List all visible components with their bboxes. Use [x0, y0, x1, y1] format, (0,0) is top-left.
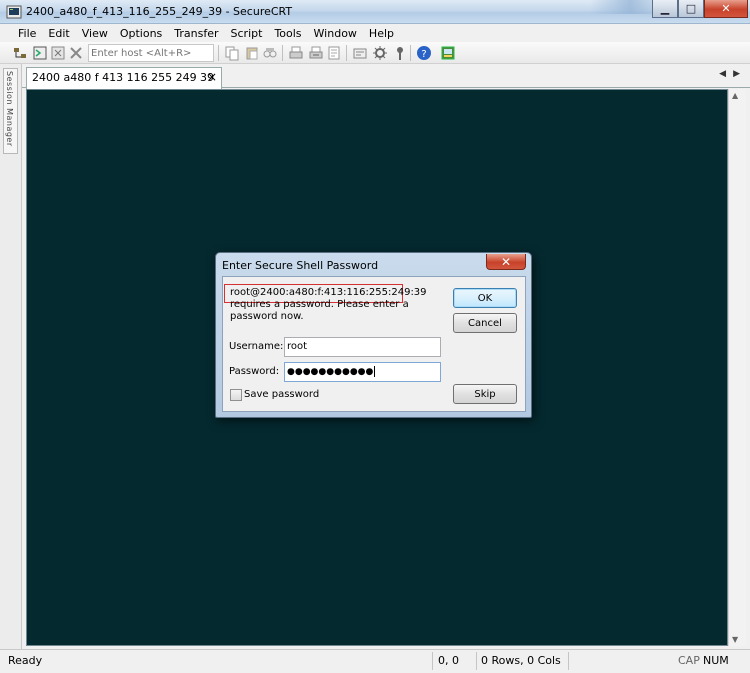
securecrt-app-icon[interactable]	[6, 4, 22, 20]
menu-file[interactable]: File	[12, 27, 42, 40]
scroll-up-icon[interactable]: ▲	[732, 91, 738, 100]
status-caps-lock: CAP	[678, 654, 700, 667]
menu-help[interactable]: Help	[363, 27, 400, 40]
status-bar: Ready 0, 0 0 Rows, 0 Cols CAP NUM	[0, 649, 750, 673]
password-field[interactable]: ●●●●●●●●●●●	[284, 362, 441, 382]
tab-session[interactable]: 2400 a480 f 413 116 255 249 39 ×	[26, 67, 222, 89]
copy-icon[interactable]	[224, 45, 240, 61]
toolbar-separator	[346, 45, 347, 61]
global-options-icon[interactable]	[372, 45, 388, 61]
username-field[interactable]: root	[284, 337, 441, 357]
svg-text:?: ?	[421, 49, 426, 60]
print-selection-icon[interactable]	[308, 45, 324, 61]
save-password-label: Save password	[244, 389, 320, 400]
help-icon[interactable]: ?	[416, 45, 432, 61]
title-bar: 2400_a480_f_413_116_255_249_39 - SecureC…	[0, 0, 750, 24]
vertical-scrollbar[interactable]: ▲ ▼	[728, 89, 746, 646]
menu-edit[interactable]: Edit	[42, 27, 75, 40]
status-separator	[476, 652, 477, 670]
status-terminal-size: 0 Rows, 0 Cols	[481, 654, 561, 667]
menu-options[interactable]: Options	[114, 27, 168, 40]
toolbar: ?	[0, 42, 750, 64]
username-label: Username:	[229, 341, 284, 352]
ok-button[interactable]: OK	[453, 288, 517, 308]
scroll-down-icon[interactable]: ▼	[732, 635, 738, 644]
status-separator	[568, 652, 569, 670]
status-ready: Ready	[8, 654, 43, 667]
close-window-button[interactable]: ✕	[704, 0, 748, 18]
tab-scroll-left-icon[interactable]: ◀	[719, 69, 726, 79]
window-controls: ▁ □ ✕	[652, 0, 748, 20]
tab-scroll-right-icon[interactable]: ▶	[733, 69, 740, 79]
disconnect-icon[interactable]	[68, 45, 84, 61]
menu-window[interactable]: Window	[308, 27, 363, 40]
session-manager-tab[interactable]: Session Manager	[3, 68, 18, 154]
quick-connect-icon[interactable]	[32, 45, 48, 61]
paste-icon[interactable]	[244, 45, 260, 61]
skip-button[interactable]: Skip	[453, 384, 517, 404]
status-num-lock: NUM	[703, 654, 729, 667]
connect-tab-icon[interactable]	[50, 45, 66, 61]
sftp-icon[interactable]	[440, 45, 456, 61]
menu-script[interactable]: Script	[225, 27, 269, 40]
toolbar-separator	[218, 45, 219, 61]
cancel-button[interactable]: Cancel	[453, 313, 517, 333]
tab-close-icon[interactable]: ×	[207, 70, 217, 84]
status-separator	[432, 652, 433, 670]
menu-bar: File Edit View Options Transfer Script T…	[0, 24, 750, 42]
menu-tools[interactable]: Tools	[268, 27, 307, 40]
password-label: Password:	[229, 366, 280, 377]
session-manager-label: Session Manager	[5, 71, 14, 147]
print-icon[interactable]	[288, 45, 304, 61]
tab-label: 2400 a480 f 413 116 255 249 39	[32, 71, 215, 84]
toolbar-separator	[282, 45, 283, 61]
menu-transfer[interactable]: Transfer	[168, 27, 224, 40]
tab-bar: 2400 a480 f 413 116 255 249 39 × ◀ ▶	[22, 64, 750, 89]
session-manager-panel: Session Manager	[0, 64, 22, 649]
find-icon[interactable]	[262, 45, 278, 61]
save-password-checkbox[interactable]	[230, 389, 242, 401]
host-input[interactable]	[88, 44, 214, 62]
connect-icon[interactable]	[12, 45, 28, 61]
dialog-message: root@2400:a480:f:413:116:255:249:39 requ…	[230, 287, 427, 322]
maximize-button[interactable]: □	[678, 0, 704, 18]
minimize-button[interactable]: ▁	[652, 0, 678, 18]
password-value: ●●●●●●●●●●●	[287, 367, 374, 377]
text-caret	[374, 366, 376, 377]
log-session-icon[interactable]	[326, 45, 342, 61]
session-options-icon[interactable]	[352, 45, 368, 61]
status-cursor-position: 0, 0	[438, 654, 459, 667]
menu-view[interactable]: View	[76, 27, 114, 40]
dialog-title: Enter Secure Shell Password	[222, 259, 379, 272]
toolbar-separator	[410, 45, 411, 61]
keymap-icon[interactable]	[392, 45, 408, 61]
window-title: 2400_a480_f_413_116_255_249_39 - SecureC…	[26, 5, 293, 18]
dialog-close-button[interactable]: ✕	[486, 254, 526, 270]
